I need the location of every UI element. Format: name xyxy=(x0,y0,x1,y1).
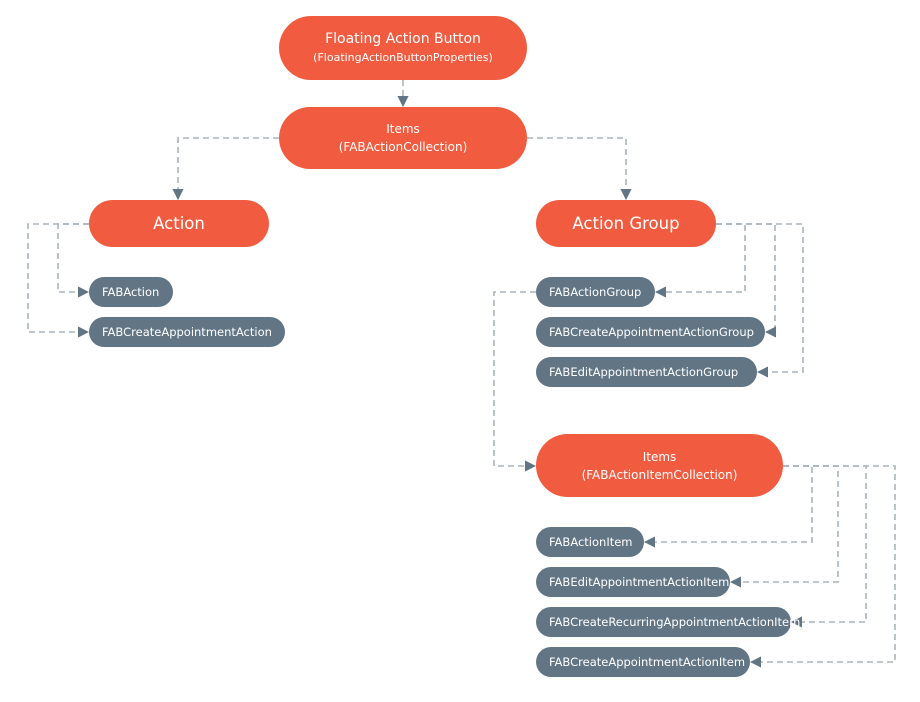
group-items-node: Items (FABActionItemCollection) xyxy=(536,434,783,497)
fabcreateappointmentactionitem-node: FABCreateAppointmentActionItem xyxy=(536,647,750,677)
node-subtitle: (FABActionCollection) xyxy=(338,140,468,154)
node-title: Action Group xyxy=(572,214,680,233)
fabcreateappointmentactiongroup-node: FABCreateAppointmentActionGroup xyxy=(536,317,765,347)
node-subtitle: (FABActionItemCollection) xyxy=(581,467,738,482)
connector-action-fabaction xyxy=(57,223,90,298)
fabcreaterecurringappointmentactionitem-node: FABCreateRecurringAppointmentActionItem xyxy=(536,607,800,637)
connector-items-action xyxy=(172,137,279,201)
action-group-node: Action Group xyxy=(536,200,716,247)
node-title: Items xyxy=(386,122,420,136)
connector-group-editappointmentgroup xyxy=(716,223,804,378)
fabaction-node: FABAction xyxy=(89,277,173,307)
fabactionitem-node: FABActionItem xyxy=(536,527,644,557)
fabeditappointmentactionitem-node: FABEditAppointmentActionItem xyxy=(536,567,730,597)
fab-node: Floating Action Button (FloatingActionBu… xyxy=(279,16,527,80)
node-subtitle: (FloatingActionButtonProperties) xyxy=(313,51,493,64)
node-title: Items xyxy=(642,449,677,464)
fabeditappointmentactiongroup-node: FABEditAppointmentActionGroup xyxy=(536,357,757,387)
node-title: Floating Action Button xyxy=(325,31,481,47)
connectors xyxy=(27,80,896,668)
connector-items-action-group xyxy=(527,137,632,201)
connector-fabactiongroup-items xyxy=(493,291,537,472)
node-title: Action xyxy=(153,214,205,233)
fabcreateappointmentaction-node: FABCreateAppointmentAction xyxy=(89,317,285,347)
action-node: Action xyxy=(89,200,269,247)
connector-items-recurringitem xyxy=(783,465,867,628)
items-node: Items (FABActionCollection) xyxy=(279,107,527,169)
fabactiongroup-node: FABActionGroup xyxy=(536,277,655,307)
